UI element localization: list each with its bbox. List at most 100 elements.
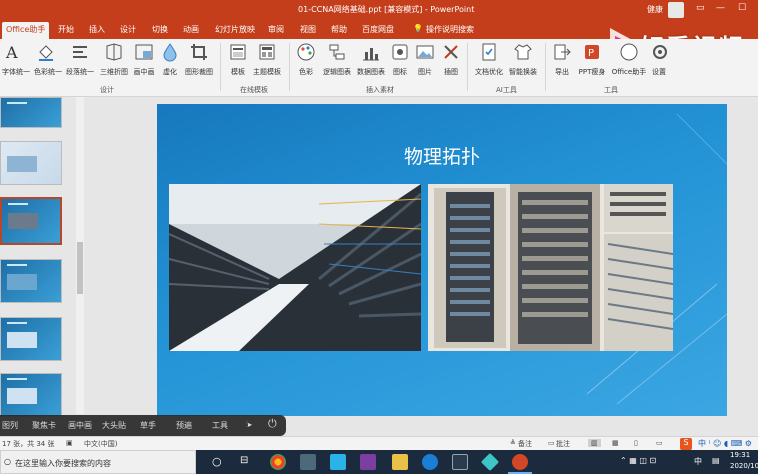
comments-button[interactable]: 批注 xyxy=(556,439,570,449)
slide-thumbnail[interactable] xyxy=(0,259,62,303)
onenote-icon[interactable] xyxy=(360,454,376,470)
tab-office-assistant[interactable]: Office助手 xyxy=(2,22,50,39)
tab-review[interactable]: 审阅 xyxy=(268,24,284,35)
picture-button[interactable]: 图片 xyxy=(415,42,435,80)
paragraph-unify-label: 段落统一 xyxy=(66,68,94,76)
tab-design[interactable]: 设计 xyxy=(120,24,136,35)
app-icon[interactable] xyxy=(330,454,346,470)
slideshow-button[interactable]: ▭ xyxy=(656,439,663,447)
notification-icon[interactable]: ▤ xyxy=(712,456,720,465)
float-item-draft[interactable]: 草手 xyxy=(140,420,156,431)
search-placeholder: 在这里输入你要搜索的内容 xyxy=(15,459,111,468)
tab-baidu-netdisk[interactable]: 百度网盘 xyxy=(362,24,394,35)
user-name[interactable]: 健康 xyxy=(647,4,663,15)
settings-button[interactable]: 设置 xyxy=(650,42,668,80)
template-button[interactable]: 模板 xyxy=(228,42,248,80)
sogou-icon[interactable]: S xyxy=(680,438,692,450)
lightbulb-icon: 💡 xyxy=(413,24,423,33)
shape-crop-label: 图形裁图 xyxy=(185,68,213,76)
slide-canvas[interactable]: 物理拓扑 xyxy=(157,104,727,416)
theme-icon xyxy=(259,44,275,60)
arrow-right-icon[interactable]: ⫶▸ xyxy=(246,420,252,430)
fold-chart-button[interactable]: 三维折图 xyxy=(100,42,128,80)
illustration-button[interactable]: 插图 xyxy=(441,42,461,80)
slide-thumbnail[interactable] xyxy=(0,97,62,128)
tab-transitions[interactable]: 切换 xyxy=(152,24,168,35)
powerpoint-icon[interactable] xyxy=(512,454,528,470)
app-icon[interactable] xyxy=(300,454,316,470)
language-indicator[interactable]: 中文(中国) xyxy=(84,439,117,449)
shape-crop-button[interactable]: 图形裁图 xyxy=(184,42,214,80)
ppt-slim-button[interactable]: P PPT瘦身 xyxy=(578,42,606,80)
blur-button[interactable]: 虚化 xyxy=(160,42,180,80)
reading-view-button[interactable]: ▯ xyxy=(634,439,638,447)
tab-home[interactable]: 开始 xyxy=(58,24,74,35)
data-chart-label: 数据图表 xyxy=(357,68,385,76)
template-icon xyxy=(230,44,246,60)
float-item-sticker[interactable]: 大头贴 xyxy=(102,420,126,431)
palette-button[interactable]: 色彩 xyxy=(296,42,316,80)
smart-dress-button[interactable]: 智能换装 xyxy=(508,42,538,80)
logic-chart-button[interactable]: 逻辑图表 xyxy=(322,42,352,80)
float-item-pip[interactable]: 画中画 xyxy=(68,420,92,431)
slide-sorter-button[interactable]: ▦ xyxy=(612,439,619,447)
normal-view-button[interactable]: ▥ xyxy=(588,439,601,447)
task-view-icon[interactable]: ○ xyxy=(212,455,228,471)
slide-thumbnail[interactable] xyxy=(0,317,62,361)
minimize-icon[interactable]: — xyxy=(716,3,725,13)
folder-icon[interactable] xyxy=(392,454,408,470)
theme-template-button[interactable]: 主题模板 xyxy=(252,42,282,80)
color-unify-button[interactable]: 色彩统一 xyxy=(34,42,62,80)
clock-time[interactable]: 19:31 xyxy=(730,451,750,459)
scrollbar-thumb[interactable] xyxy=(77,242,83,294)
app-icon[interactable] xyxy=(452,454,468,470)
app-icon[interactable] xyxy=(480,452,500,472)
taskbar-search-input[interactable]: ○ 在这里输入你要搜索的内容 xyxy=(0,450,196,474)
ribbon-display-icon[interactable]: ▭ xyxy=(696,3,705,13)
ime-mode-icon[interactable]: 中 ⁾ ☺ ◖ ⌨ ⚙ xyxy=(698,438,752,449)
blur-icon xyxy=(163,43,177,62)
office-assistant-button[interactable]: Office助手 xyxy=(610,42,648,80)
tray-icons[interactable]: ⌃ ▦ ◫ ⊡ xyxy=(620,456,656,465)
edge-icon[interactable] xyxy=(422,454,438,470)
slide-title[interactable]: 物理拓扑 xyxy=(157,142,727,169)
data-chart-button[interactable]: 数据图表 xyxy=(356,42,386,80)
float-item-tulie[interactable]: 图列 xyxy=(2,420,18,431)
font-unify-label: 字体统一 xyxy=(2,68,30,76)
float-item-preview[interactable]: 预遍 xyxy=(176,420,192,431)
icon-icon xyxy=(392,44,408,60)
slide-thumbnail[interactable] xyxy=(0,141,62,185)
clock-date[interactable]: 2020/10 xyxy=(730,462,758,470)
float-item-tools[interactable]: 工具 xyxy=(212,420,228,431)
tab-slideshow[interactable]: 幻灯片放映 xyxy=(215,24,255,35)
picture-in-picture-button[interactable]: 画中画 xyxy=(133,42,155,80)
server-rack-photos[interactable] xyxy=(428,184,673,351)
datacenter-photo[interactable] xyxy=(169,184,421,351)
tab-animations[interactable]: 动画 xyxy=(183,24,199,35)
export-button[interactable]: 导出 xyxy=(552,42,572,80)
thumbnails-scrollbar[interactable] xyxy=(76,97,84,414)
ime-indicator[interactable]: 中 xyxy=(694,456,702,467)
chrome-icon[interactable] xyxy=(270,454,286,470)
tab-tell-me[interactable]: 操作说明搜索 xyxy=(426,24,474,35)
tab-view[interactable]: 视图 xyxy=(300,24,316,35)
paragraph-unify-button[interactable]: 段落统一 xyxy=(66,42,94,80)
doc-optimize-button[interactable]: 文档优化 xyxy=(474,42,504,80)
slide-thumbnail[interactable] xyxy=(0,373,62,417)
notes-button[interactable]: 备注 xyxy=(518,439,532,449)
data-chart-icon xyxy=(363,48,379,61)
icon-button[interactable]: 图标 xyxy=(390,42,410,80)
tab-help[interactable]: 帮助 xyxy=(331,24,347,35)
slide-thumbnail-active[interactable] xyxy=(0,197,62,245)
float-item-focus-card[interactable]: 聚焦卡 xyxy=(32,420,56,431)
maximize-icon[interactable]: ☐ xyxy=(738,3,746,13)
tab-insert[interactable]: 插入 xyxy=(89,24,105,35)
power-icon[interactable]: ⏻ xyxy=(268,417,277,431)
spellcheck-icon[interactable]: ▣ xyxy=(66,439,73,447)
server-rack-image xyxy=(428,184,673,351)
multitask-icon[interactable]: ⊟ xyxy=(240,455,256,471)
fold-icon xyxy=(106,43,122,61)
font-unify-button[interactable]: A 字体统一 xyxy=(2,42,30,80)
avatar[interactable] xyxy=(668,2,684,18)
ime-toolbar[interactable]: S 中 ⁾ ☺ ◖ ⌨ ⚙ xyxy=(680,438,758,450)
